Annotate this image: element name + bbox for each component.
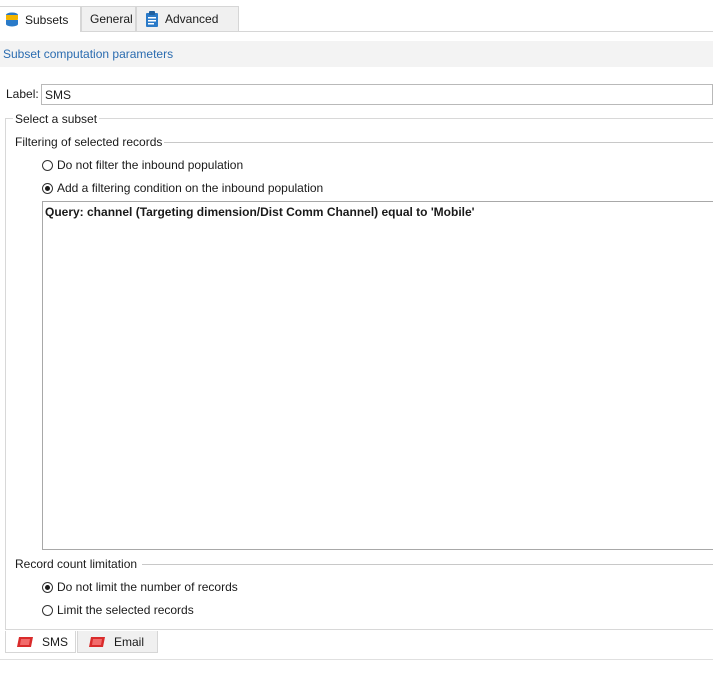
tab-subsets-label: Subsets [25,12,69,27]
radio-add-filter-circle[interactable] [42,182,53,194]
tab-sms[interactable]: SMS [5,631,76,653]
section-title: Subset computation parameters [0,41,713,67]
radio-no-filter-circle[interactable] [42,159,53,171]
database-icon [6,12,18,26]
radio-limit-circle[interactable] [42,604,53,616]
tab-advanced-label: Advanced [165,12,219,26]
filtering-divider [160,142,713,143]
count-divider [142,564,713,565]
radio-no-filter-label: Do not filter the inbound population [57,158,244,172]
tab-sms-label: SMS [42,634,69,649]
radio-add-filter[interactable]: Add a filtering condition on the inbound… [42,181,323,195]
radio-no-limit[interactable]: Do not limit the number of records [42,580,238,594]
radio-no-filter[interactable]: Do not filter the inbound population [42,158,243,172]
radio-limit[interactable]: Limit the selected records [42,603,194,617]
query-editor[interactable]: Query: channel (Targeting dimension/Dist… [42,201,713,550]
tab-general-label: General [90,12,133,26]
message-icon [89,636,105,647]
label-field-label: Label: [6,87,39,101]
radio-no-limit-circle[interactable] [42,581,53,593]
radio-limit-label: Limit the selected records [57,603,194,617]
bottom-tab-bar: SMS Email [0,631,713,653]
clipboard-icon [146,11,158,27]
radio-add-filter-label: Add a filtering condition on the inbound… [57,181,324,195]
count-limit-legend: Record count limitation [13,557,140,571]
tab-email-label: Email [114,634,145,649]
query-text: Query: channel (Targeting dimension/Dist… [45,205,475,219]
tab-email[interactable]: Email [77,631,158,653]
radio-no-limit-label: Do not limit the number of records [57,580,238,594]
tab-advanced[interactable]: Advanced [136,6,239,31]
select-subset-legend: Select a subset [13,112,100,126]
message-icon [17,636,33,647]
bottom-divider [0,659,713,660]
top-tab-bar: Subsets General Advanced [0,6,713,32]
tab-general[interactable]: General [81,6,136,31]
filtering-legend: Filtering of selected records [13,135,165,149]
tab-subsets[interactable]: Subsets [0,6,81,32]
label-input[interactable] [41,84,713,105]
